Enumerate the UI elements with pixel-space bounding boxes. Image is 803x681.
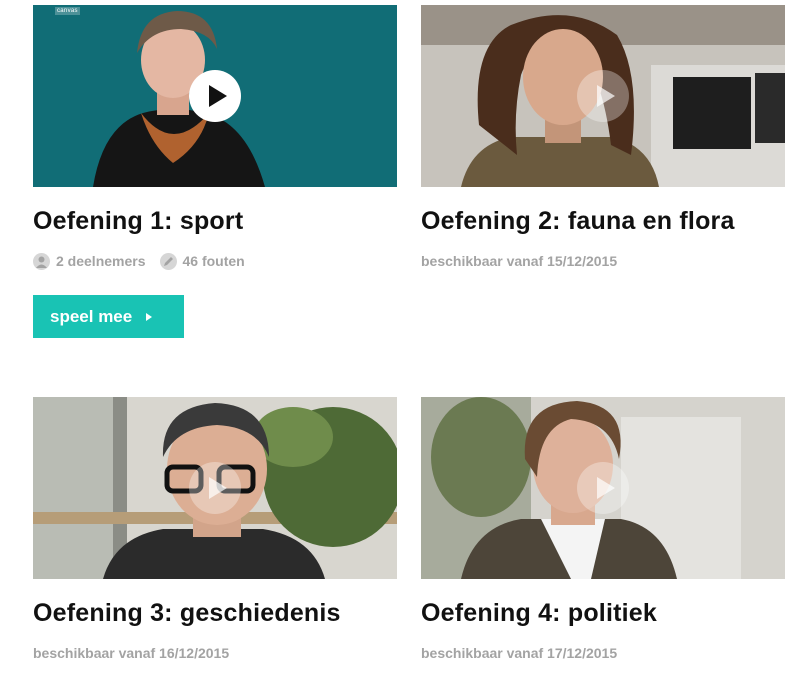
play-along-label: speel mee bbox=[50, 306, 133, 326]
availability-text: beschikbaar vanaf 17/12/2015 bbox=[421, 644, 785, 662]
availability-label: beschikbaar vanaf 16/12/2015 bbox=[33, 645, 230, 661]
exercise-title[interactable]: Oefening 1: sport bbox=[33, 206, 397, 236]
availability-label: beschikbaar vanaf 15/12/2015 bbox=[421, 253, 618, 269]
availability-text: beschikbaar vanaf 16/12/2015 bbox=[33, 644, 397, 662]
exercise-card-2: Oefening 2: fauna en flora beschikbaar v… bbox=[421, 5, 785, 270]
video-thumbnail-1[interactable]: canvas bbox=[33, 5, 397, 187]
play-icon[interactable] bbox=[189, 70, 241, 122]
exercise-card-4: Oefening 4: politiek beschikbaar vanaf 1… bbox=[421, 397, 785, 662]
exercise-title[interactable]: Oefening 3: geschiedenis bbox=[33, 598, 397, 628]
video-thumbnail-2[interactable] bbox=[421, 5, 785, 187]
availability-text: beschikbaar vanaf 15/12/2015 bbox=[421, 252, 785, 270]
channel-logo: canvas bbox=[55, 7, 80, 15]
play-along-button[interactable]: speel mee bbox=[33, 295, 184, 338]
video-thumbnail-3[interactable] bbox=[33, 397, 397, 579]
play-icon[interactable] bbox=[577, 462, 629, 514]
exercise-title[interactable]: Oefening 2: fauna en flora bbox=[421, 206, 785, 236]
chevron-right-icon bbox=[146, 312, 153, 321]
errors-count: 46 fouten bbox=[159, 252, 245, 270]
availability-label: beschikbaar vanaf 17/12/2015 bbox=[421, 645, 618, 661]
video-thumbnail-4[interactable] bbox=[421, 397, 785, 579]
user-icon bbox=[33, 252, 50, 270]
exercise-title[interactable]: Oefening 4: politiek bbox=[421, 598, 785, 628]
play-icon[interactable] bbox=[189, 462, 241, 514]
exercise-card-1: canvas Oefening 1: sport 2 deelnemers 46… bbox=[33, 5, 397, 338]
participants-count: 2 deelnemers bbox=[33, 252, 146, 270]
exercise-stats: 2 deelnemers 46 fouten bbox=[33, 252, 397, 270]
play-icon[interactable] bbox=[577, 70, 629, 122]
participants-label: 2 deelnemers bbox=[56, 253, 146, 269]
errors-label: 46 fouten bbox=[182, 253, 245, 269]
pencil-icon bbox=[159, 252, 177, 270]
exercise-card-3: Oefening 3: geschiedenis beschikbaar van… bbox=[33, 397, 397, 662]
